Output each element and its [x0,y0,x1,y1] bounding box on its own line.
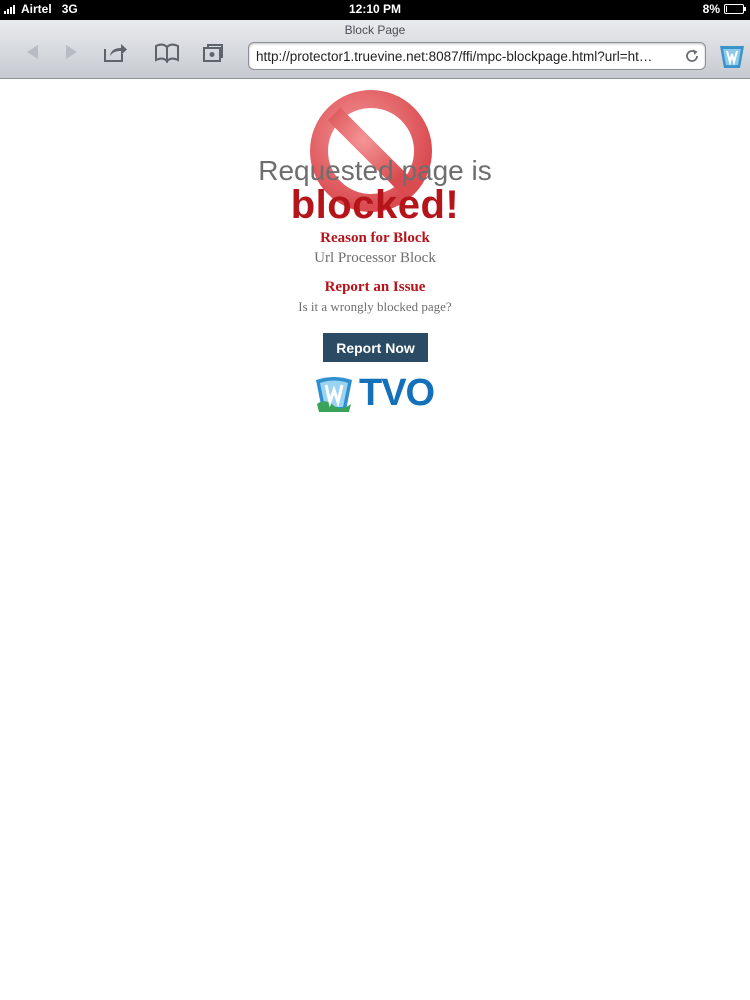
status-bar: Airtel 3G 12:10 PM 8% [0,0,750,20]
reason-title: Reason for Block [320,230,430,246]
blocked-status: blocked! [290,183,460,227]
tvo-logo: TVO [313,372,435,415]
reload-icon[interactable] [684,48,700,69]
url-bar[interactable]: http://protector1.truevine.net:8087/ffi/… [248,42,706,70]
battery-fill [726,6,727,12]
report-title: Report an Issue [324,279,426,295]
report-now-button[interactable]: Report Now [323,333,428,362]
logo-text: TVO [359,372,435,414]
status-time: 12:10 PM [348,2,402,16]
reason-value: Url Processor Block [314,250,436,266]
status-right: 8% [702,2,746,16]
bookmarks-icon[interactable] [154,43,180,63]
back-icon[interactable] [24,43,42,61]
url-text[interactable]: http://protector1.truevine.net:8087/ffi/… [256,49,677,64]
battery-percent: 8% [702,2,720,16]
share-icon[interactable] [102,41,128,63]
page-title: Block Page [344,23,406,37]
report-question: Is it a wrongly blocked page? [298,299,452,314]
browser-toolbar: Block Page http://protector1.truevine.ne… [0,20,750,79]
tabs-icon[interactable] [202,43,224,63]
battery-icon [724,4,746,14]
extension-icon[interactable] [716,40,748,79]
forward-icon[interactable] [62,43,80,61]
tvo-logo-icon [316,376,352,412]
